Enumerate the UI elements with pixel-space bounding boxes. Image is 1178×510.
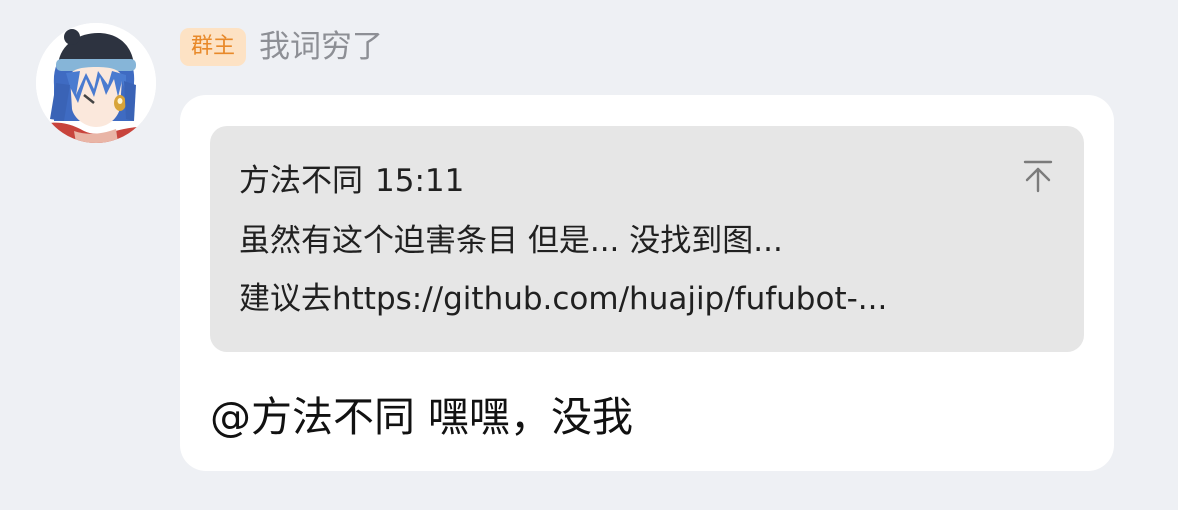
anime-avatar-icon xyxy=(36,23,156,143)
message-header: 群主 我词穷了 xyxy=(180,27,383,67)
message-text: @方法不同 嘿嘿，没我 xyxy=(210,393,634,441)
sender-avatar[interactable] xyxy=(36,23,156,143)
quote-text-line: 建议去https://github.com/huajip/fufubot-... xyxy=(239,281,888,317)
quote-author: 方法不同 xyxy=(239,163,363,199)
quote-meta: 方法不同 15:11 xyxy=(239,161,464,201)
quote-time: 15:11 xyxy=(375,163,465,199)
scroll-to-original-icon[interactable] xyxy=(1022,159,1054,193)
quoted-message[interactable]: 方法不同 15:11 虽然有这个迫害条目 但是... 没找到图... 建议去htt… xyxy=(210,126,1084,352)
sender-name[interactable]: 我词穷了 xyxy=(259,27,383,67)
quote-text-line: 虽然有这个迫害条目 但是... 没找到图... xyxy=(239,223,783,259)
message-bubble[interactable]: 方法不同 15:11 虽然有这个迫害条目 但是... 没找到图... 建议去htt… xyxy=(180,95,1114,471)
group-owner-badge: 群主 xyxy=(180,28,247,66)
